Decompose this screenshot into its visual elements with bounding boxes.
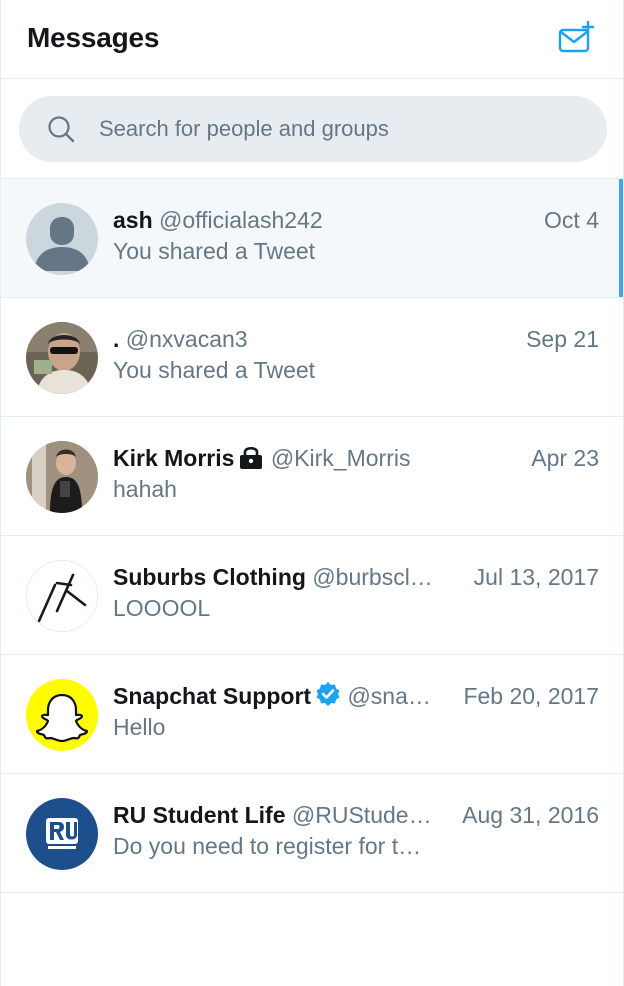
- avatar: [26, 322, 98, 394]
- conversation-header: ash @officialash242 Oct 4: [113, 205, 599, 235]
- conversation-handle: @officialash242: [159, 207, 323, 233]
- search-box[interactable]: [19, 96, 607, 162]
- photo-avatar-icon: [26, 441, 98, 513]
- conversation-header: Kirk Morris @Kirk_Morris Apr 23: [113, 443, 599, 473]
- photo-avatar-icon: [26, 322, 98, 394]
- conversation-header: RU Student Life @RUStude… Aug 31, 2016: [113, 800, 599, 830]
- conversation-date: Jul 13, 2017: [469, 562, 599, 592]
- verified-icon: [315, 681, 341, 714]
- conversation-handle: @Kirk_Morris: [270, 445, 411, 471]
- conversation-date: Oct 4: [540, 205, 599, 235]
- avatar: [26, 679, 98, 751]
- conversation-handle: @burbscl…: [312, 564, 433, 590]
- conversation-name: Snapchat Support: [113, 683, 312, 709]
- page-title: Messages: [27, 22, 160, 53]
- conversation-preview: You shared a Tweet: [113, 357, 316, 383]
- messages-panel: Messages Search for people and groups as…: [0, 0, 624, 986]
- conversation-row[interactable]: Snapchat Support @sna… Feb 20, 2017 Hell…: [1, 655, 623, 774]
- conversation-name: ash: [113, 207, 153, 233]
- new-message-button[interactable]: [557, 20, 597, 56]
- ru-logo-icon: [26, 798, 98, 870]
- suburbs-logo-icon: [27, 561, 97, 631]
- avatar: [26, 203, 98, 275]
- conversation-preview: Hello: [113, 714, 166, 740]
- conversation-date: Apr 23: [527, 443, 599, 473]
- conversation-header: Snapchat Support @sna… Feb 20, 2017: [113, 681, 599, 711]
- conversation-header: . @nxvacan3 Sep 21: [113, 324, 599, 354]
- conversation-preview: hahah: [113, 476, 177, 502]
- search-bar: [19, 96, 607, 162]
- conversation-row[interactable]: . @nxvacan3 Sep 21 You shared a Tweet: [1, 298, 623, 417]
- lock-icon: [238, 445, 264, 476]
- avatar: [26, 441, 98, 513]
- conversation-row[interactable]: ash @officialash242 Oct 4 You shared a T…: [1, 179, 623, 298]
- conversation-date: Aug 31, 2016: [458, 800, 599, 830]
- conversation-handle: @sna…: [347, 683, 431, 709]
- conversation-name: Suburbs Clothing: [113, 564, 306, 590]
- search-icon: [48, 116, 75, 143]
- conversation-preview: Do you need to register for t…: [113, 833, 422, 859]
- header: Messages: [1, 0, 623, 79]
- conversation-name: Kirk Morris: [113, 445, 235, 471]
- conversation-name: RU Student Life: [113, 802, 286, 828]
- conversation-date: Sep 21: [522, 324, 599, 354]
- conversation-handle: @RUStude…: [291, 802, 432, 828]
- conversation-header: Suburbs Clothing @burbscl… Jul 13, 2017: [113, 562, 599, 592]
- avatar: [26, 798, 98, 870]
- envelope-plus-icon: [558, 20, 595, 53]
- default-avatar-icon: [26, 203, 98, 275]
- conversation-list: ash @officialash242 Oct 4 You shared a T…: [1, 178, 623, 893]
- conversation-preview: You shared a Tweet: [113, 238, 316, 264]
- conversation-name: .: [113, 326, 120, 352]
- avatar: [26, 560, 98, 632]
- conversation-row[interactable]: Suburbs Clothing @burbscl… Jul 13, 2017 …: [1, 536, 623, 655]
- conversation-preview: LOOOOL: [113, 595, 211, 621]
- conversation-handle: @nxvacan3: [125, 326, 248, 352]
- search-input[interactable]: [99, 96, 579, 162]
- snapchat-ghost-icon: [26, 679, 98, 751]
- conversation-date: Feb 20, 2017: [459, 681, 599, 711]
- conversation-row[interactable]: Kirk Morris @Kirk_Morris Apr 23 hahah: [1, 417, 623, 536]
- conversation-row[interactable]: RU Student Life @RUStude… Aug 31, 2016 D…: [1, 774, 623, 893]
